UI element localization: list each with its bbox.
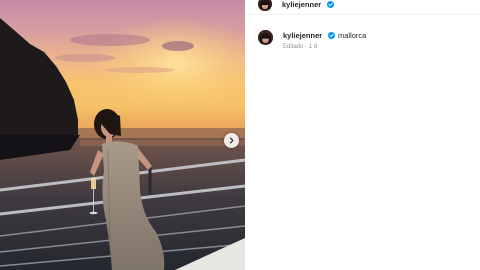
verified-badge-icon	[327, 1, 334, 8]
caption-username[interactable]: kyliejenner	[283, 31, 322, 40]
profile-picture-icon	[258, 0, 272, 11]
post-header: kyliejenner	[246, 0, 480, 15]
caption-avatar[interactable]	[258, 30, 273, 45]
caption-text: mallorca	[338, 31, 367, 40]
header-avatar[interactable]	[258, 0, 272, 11]
edited-label: Editado	[283, 44, 304, 50]
post-meta: Editado · 1 d	[283, 44, 317, 50]
sunset-yacht-photo	[0, 0, 245, 270]
post-side-panel: kyliejenner kyliejenner mallorca Editado…	[246, 0, 480, 270]
post-time[interactable]: 1 d	[309, 44, 317, 50]
meta-separator: ·	[305, 44, 308, 50]
profile-picture-icon	[258, 30, 273, 45]
header-username[interactable]: kyliejenner	[282, 0, 321, 9]
next-photo-button[interactable]	[224, 133, 239, 148]
verified-badge-icon	[328, 32, 335, 39]
chevron-right-icon	[229, 137, 234, 144]
post-photo[interactable]	[0, 0, 245, 270]
